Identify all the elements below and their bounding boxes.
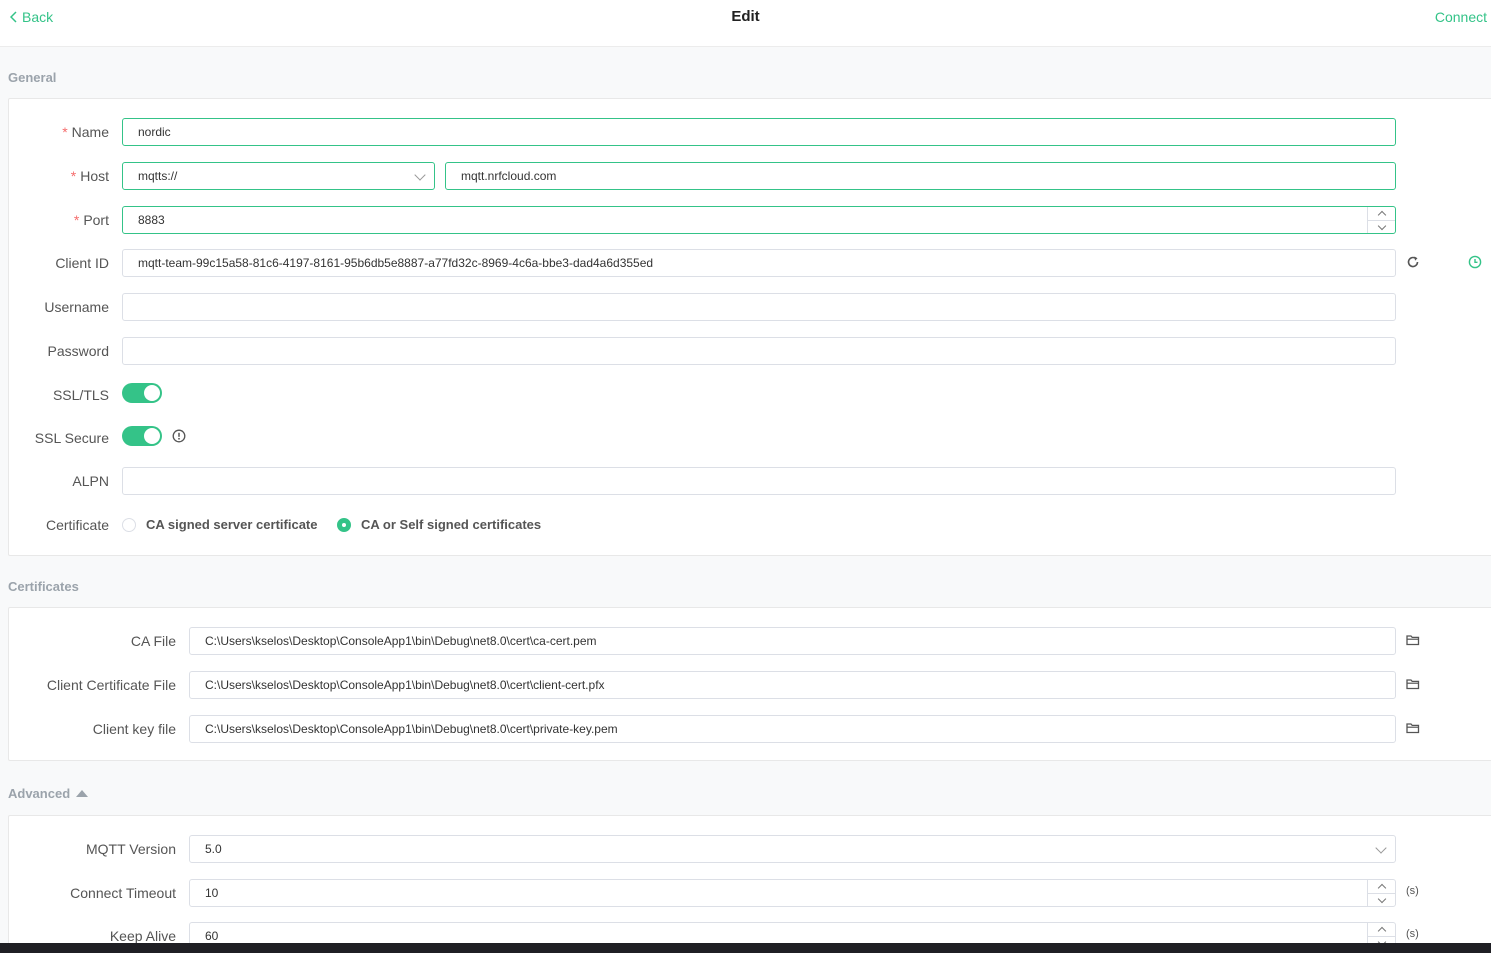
client-key-input[interactable]: C:\Users\kselos\Desktop\ConsoleApp1\bin\…: [189, 715, 1396, 743]
name-input[interactable]: nordic: [122, 118, 1396, 146]
ssl-secure-label: SSL Secure: [34, 430, 109, 446]
protocol-select[interactable]: mqtts://: [122, 162, 435, 190]
ssl-secure-row: SSL Secure: [9, 424, 1491, 452]
alpn-input[interactable]: [122, 467, 1396, 495]
client-key-row: Client key file C:\Users\kselos\Desktop\…: [9, 715, 1491, 743]
caret-up-icon: [76, 790, 89, 797]
decrement-icon[interactable]: [1368, 893, 1395, 906]
certificates-card: CA File C:\Users\kselos\Desktop\ConsoleA…: [8, 607, 1491, 761]
self-signed-option[interactable]: CA or Self signed certificates: [361, 517, 541, 532]
seconds-unit: (s): [1406, 885, 1419, 897]
ca-file-label: CA File: [130, 633, 176, 649]
client-cert-input[interactable]: C:\Users\kselos\Desktop\ConsoleApp1\bin\…: [189, 671, 1396, 699]
connect-timeout-input[interactable]: 10: [189, 879, 1396, 907]
page-title: Edit: [731, 8, 760, 25]
os-taskbar: [0, 943, 1491, 953]
certificate-label: Certificate: [45, 517, 109, 533]
client-cert-label: Client Certificate File: [46, 677, 176, 693]
folder-icon[interactable]: [1406, 678, 1420, 690]
increment-icon[interactable]: [1368, 207, 1395, 220]
alpn-label: ALPN: [72, 473, 109, 489]
name-label: * Name: [62, 124, 109, 140]
advanced-card: MQTT Version 5.0 Connect Timeout 10 (s) …: [8, 815, 1491, 953]
port-stepper: [1367, 207, 1395, 233]
password-input[interactable]: [122, 337, 1396, 365]
connect-timeout-row: Connect Timeout 10 (s): [9, 879, 1491, 907]
alpn-row: ALPN: [9, 467, 1491, 495]
section-title-certificates: Certificates: [8, 579, 79, 594]
client-id-row: Client ID mqtt-team-99c15a58-81c6-4197-8…: [9, 249, 1491, 277]
port-row: * Port 8883: [9, 206, 1491, 234]
ca-signed-option[interactable]: CA signed server certificate: [146, 517, 317, 532]
username-row: Username: [9, 293, 1491, 321]
chevron-down-icon: [1375, 842, 1387, 854]
mqtt-version-label: MQTT Version: [86, 841, 176, 857]
username-label: Username: [44, 299, 109, 315]
keep-alive-label: Keep Alive: [109, 928, 176, 944]
host-row: * Host mqtts:// mqtt.nrfcloud.com: [9, 162, 1491, 190]
self-signed-radio[interactable]: [337, 518, 351, 532]
decrement-icon[interactable]: [1368, 220, 1395, 233]
ssl-tls-label: SSL/TLS: [52, 387, 109, 403]
mqtt-version-row: MQTT Version 5.0: [9, 835, 1491, 863]
password-label: Password: [47, 343, 109, 359]
certificate-row: Certificate CA signed server certificate…: [9, 511, 1491, 539]
client-id-label: Client ID: [55, 255, 109, 271]
client-key-label: Client key file: [92, 721, 176, 737]
ssl-secure-toggle[interactable]: [122, 426, 162, 446]
folder-icon[interactable]: [1406, 634, 1420, 646]
ca-file-row: CA File C:\Users\kselos\Desktop\ConsoleA…: [9, 627, 1491, 655]
password-row: Password: [9, 337, 1491, 365]
folder-icon[interactable]: [1406, 722, 1420, 734]
host-input[interactable]: mqtt.nrfcloud.com: [445, 162, 1396, 190]
connect-button[interactable]: Connect: [1435, 9, 1487, 25]
port-label: * Port: [73, 212, 109, 228]
username-input[interactable]: [122, 293, 1396, 321]
section-title-advanced[interactable]: Advanced: [8, 786, 89, 801]
clock-icon[interactable]: [1468, 255, 1482, 269]
increment-icon[interactable]: [1368, 923, 1395, 936]
chevron-down-icon: [414, 169, 426, 181]
client-id-input[interactable]: mqtt-team-99c15a58-81c6-4197-8161-95b6db…: [122, 249, 1396, 277]
ssl-tls-row: SSL/TLS: [9, 381, 1491, 409]
seconds-unit: (s): [1406, 928, 1419, 940]
ssl-tls-toggle[interactable]: [122, 383, 162, 403]
refresh-icon[interactable]: [1406, 255, 1420, 269]
increment-icon[interactable]: [1368, 880, 1395, 893]
general-card: * Name nordic * Host mqtts:// mqtt.nrfclou…: [8, 98, 1491, 556]
top-bar: Back Edit Connect: [0, 0, 1491, 47]
host-label: * Host: [70, 168, 109, 184]
info-icon[interactable]: [172, 429, 186, 443]
name-row: * Name nordic: [9, 118, 1491, 146]
form-content: General * Name nordic * Host mqtts:// mqtt…: [0, 47, 1491, 953]
mqtt-version-select[interactable]: 5.0: [189, 835, 1396, 863]
ca-signed-radio[interactable]: [122, 518, 136, 532]
connect-timeout-stepper: [1367, 880, 1395, 906]
client-cert-row: Client Certificate File C:\Users\kselos\…: [9, 671, 1491, 699]
port-input[interactable]: 8883: [122, 206, 1396, 234]
ca-file-input[interactable]: C:\Users\kselos\Desktop\ConsoleApp1\bin\…: [189, 627, 1396, 655]
connect-timeout-label: Connect Timeout: [70, 885, 176, 901]
section-title-general: General: [8, 70, 57, 85]
